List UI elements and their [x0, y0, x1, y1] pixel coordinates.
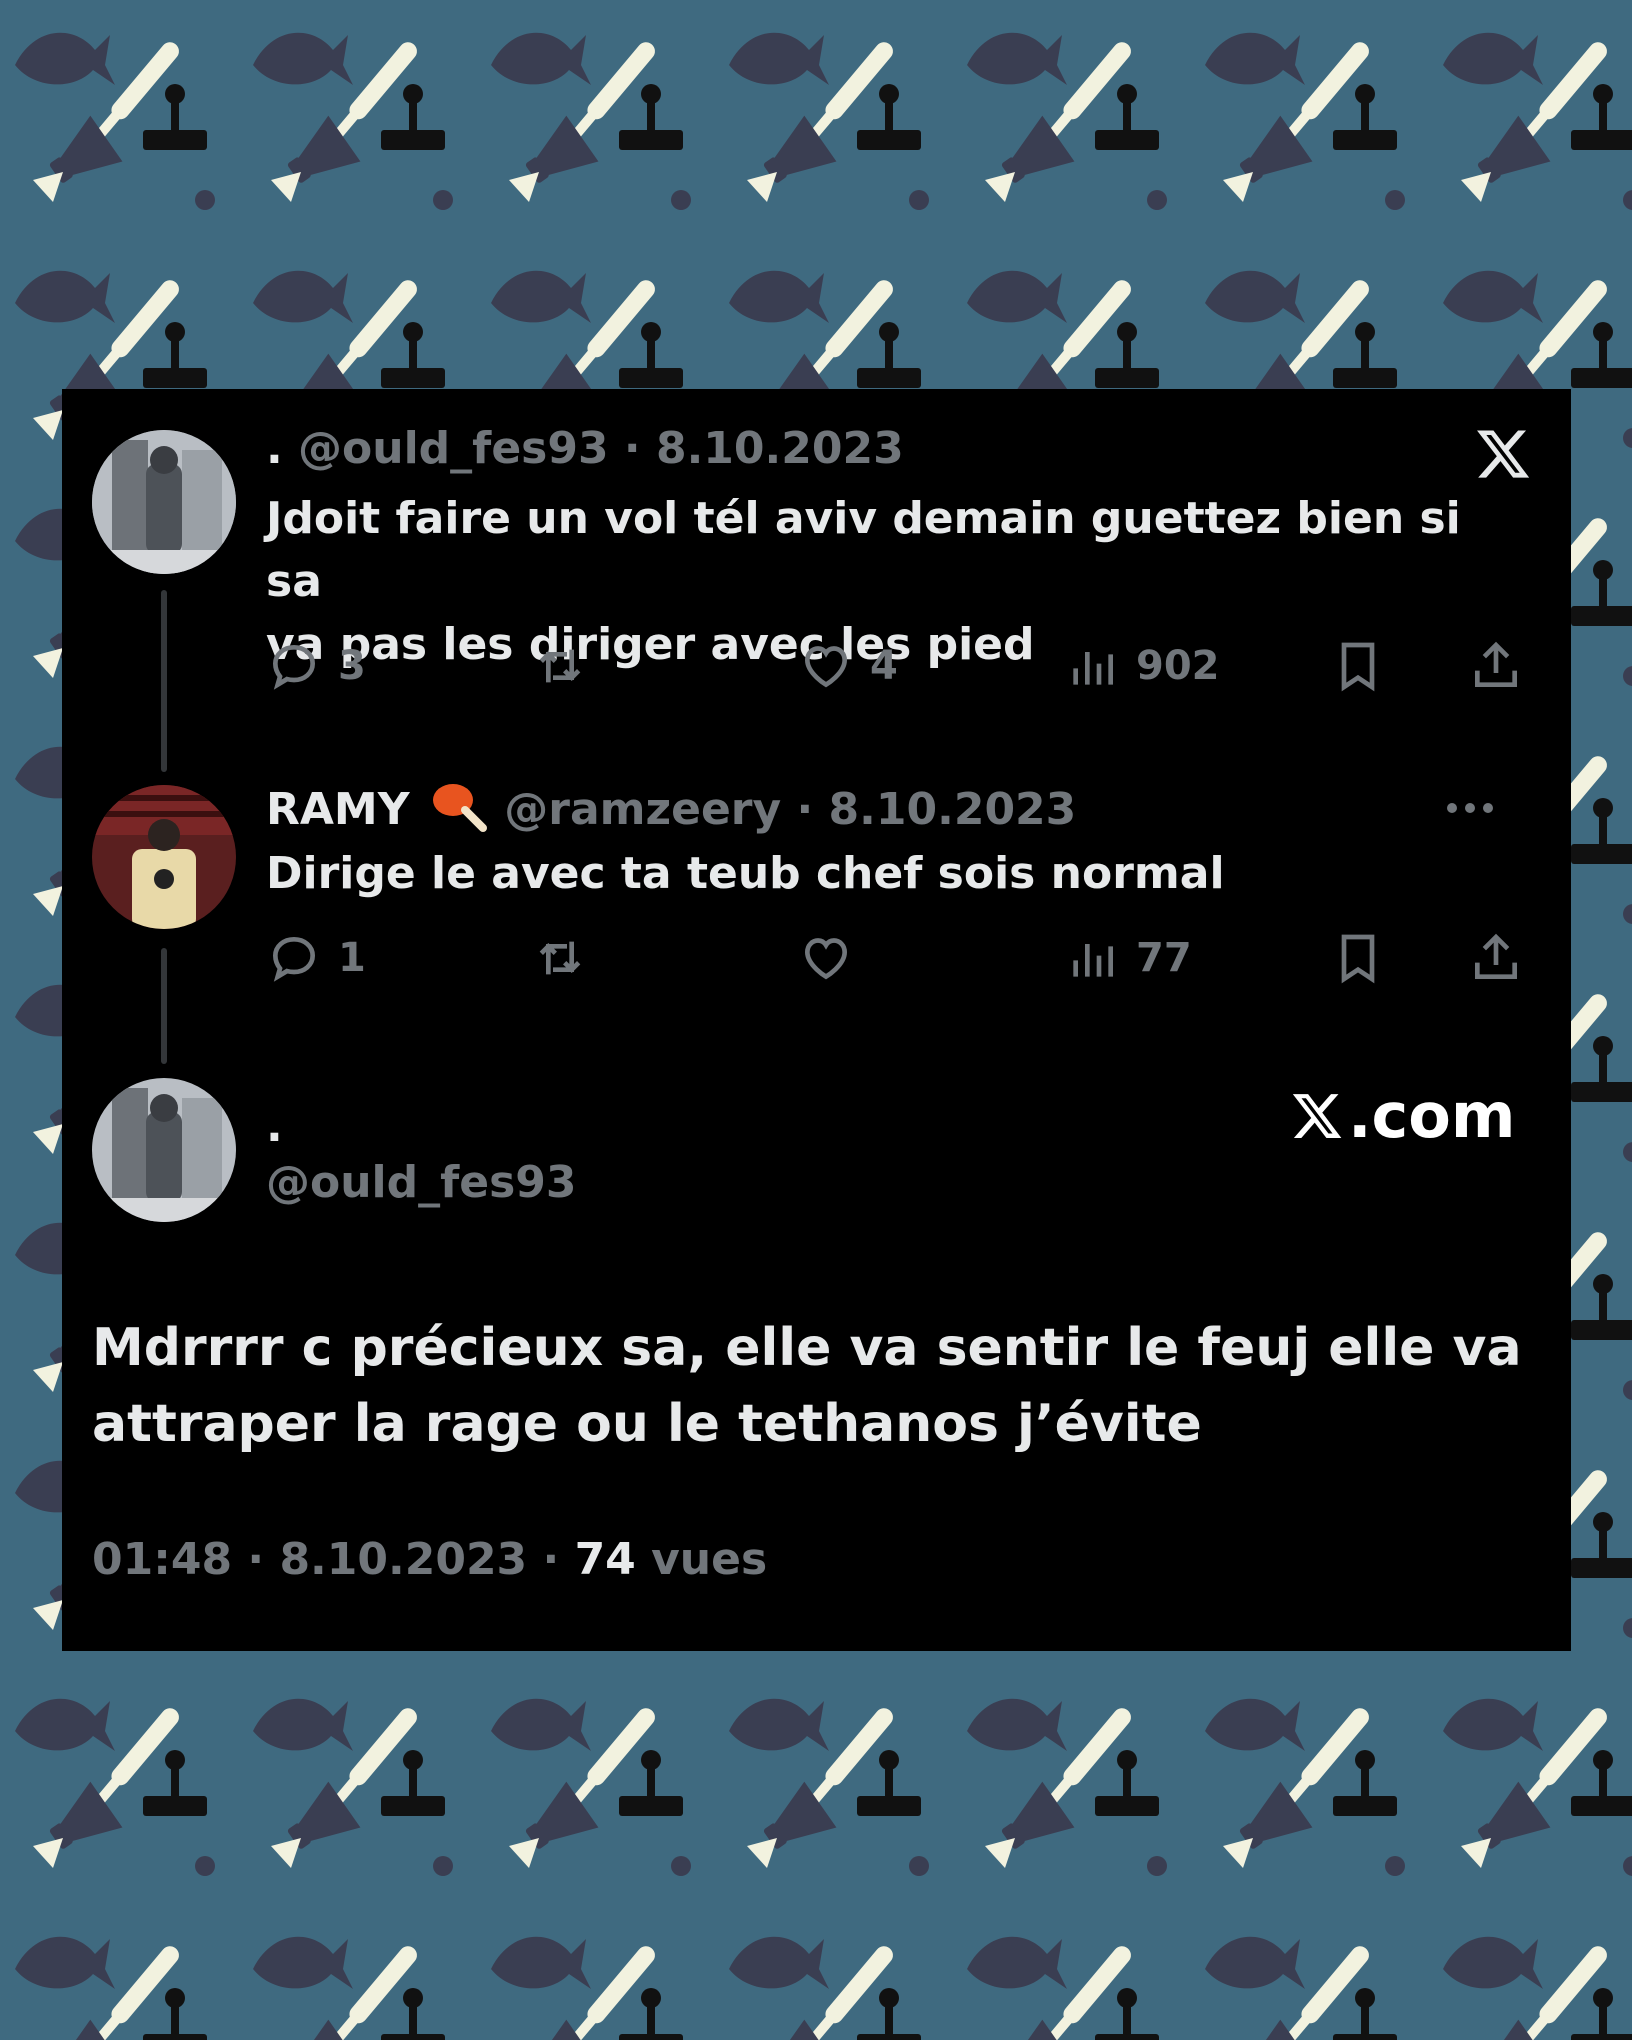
tweet2-text: Dirige le avec ta teub chef sois normal: [266, 848, 1225, 899]
reply-button[interactable]: 3: [266, 636, 366, 696]
x-logo-icon[interactable]: [1473, 425, 1533, 483]
more-options-icon[interactable]: [1445, 801, 1495, 815]
thread-line: [161, 948, 167, 1064]
tweet3-header: . @ould_fes93: [266, 1099, 577, 1211]
heart-icon: [804, 646, 848, 688]
tweet2-date[interactable]: 8.10.2023: [829, 784, 1077, 835]
share-button[interactable]: [1468, 928, 1540, 988]
views-icon: [1073, 944, 1113, 977]
tweet3-date[interactable]: 8.10.2023: [279, 1534, 527, 1585]
tweet3-meta: 01:48 · 8.10.2023 · 74 vues: [92, 1534, 767, 1585]
share-icon: [1475, 641, 1517, 687]
tweet1-text-line1: Jdoit faire un vol tél aviv demain guett…: [266, 493, 1461, 607]
tweet2-header: RAMY @ramzeery · 8.10.2023: [266, 778, 1076, 835]
avatar-ramzeery[interactable]: [92, 785, 236, 929]
watermark-text: .com: [1348, 1079, 1516, 1152]
views-button[interactable]: 902: [1064, 636, 1220, 696]
reply-icon: [272, 936, 316, 982]
tweet1-header: . @ould_fes93 · 8.10.2023: [266, 423, 904, 474]
heart-icon: [804, 938, 848, 980]
tweet1-actions: 3 4 902: [266, 636, 1546, 696]
separator-dot: ·: [623, 423, 641, 474]
tweet3-text: Mdrrrr c précieux sa, elle va sentir le …: [92, 1310, 1532, 1462]
tweet3-display-name[interactable]: .: [266, 1099, 577, 1155]
tweet3-text-line2: attraper la rage ou le tethanos j’évite: [92, 1394, 1202, 1454]
tweet1-date[interactable]: 8.10.2023: [656, 423, 904, 474]
tweet2-actions: 1 77: [266, 928, 1546, 988]
views-button[interactable]: 77: [1064, 928, 1192, 988]
separator-dot: ·: [247, 1534, 265, 1585]
retweet-button[interactable]: [532, 636, 604, 696]
share-button[interactable]: [1468, 636, 1540, 696]
tweet3-handle[interactable]: @ould_fes93: [266, 1155, 577, 1211]
thread-line: [161, 590, 167, 772]
x-logo-icon: [1292, 1093, 1342, 1138]
retweet-icon: [539, 649, 581, 683]
reply-button[interactable]: 1: [266, 928, 366, 988]
separator-dot: ·: [542, 1534, 560, 1585]
views-count: 77: [1136, 935, 1192, 981]
bookmark-button[interactable]: [1330, 636, 1402, 696]
like-button[interactable]: [798, 928, 870, 988]
tweet1-handle[interactable]: @ould_fes93: [298, 423, 609, 474]
tweet3-time[interactable]: 01:48: [92, 1534, 232, 1585]
share-icon: [1475, 933, 1517, 979]
bookmark-icon: [1341, 642, 1375, 692]
tweet3-text-line1: Mdrrrr c précieux sa, elle va sentir le …: [92, 1318, 1522, 1378]
avatar-ould-fes93[interactable]: [92, 430, 236, 574]
tweet-screenshot-card: . @ould_fes93 · 8.10.2023 Jdoit faire un…: [62, 389, 1571, 1651]
separator-dot: ·: [796, 784, 814, 835]
reply-count: 3: [338, 643, 366, 689]
tweet2-display-name[interactable]: RAMY: [266, 784, 410, 835]
like-button[interactable]: 4: [798, 636, 898, 696]
bookmark-icon: [1341, 934, 1375, 984]
retweet-icon: [539, 941, 581, 975]
bookmark-button[interactable]: [1330, 928, 1402, 988]
tweet3-views-label: vues: [651, 1534, 768, 1585]
retweet-button[interactable]: [532, 928, 604, 988]
tweet1-display-name[interactable]: .: [266, 423, 283, 474]
tweet3-views-count: 74: [574, 1534, 636, 1585]
chicken-leg-icon: [432, 784, 487, 832]
tweet2-handle[interactable]: @ramzeery: [504, 784, 781, 835]
x-com-watermark: .com: [1290, 1079, 1516, 1152]
views-icon: [1073, 652, 1113, 685]
reply-count: 1: [338, 935, 366, 981]
like-count: 4: [870, 643, 898, 689]
reply-icon: [272, 644, 316, 690]
views-count: 902: [1136, 643, 1220, 689]
avatar-ould-fes93[interactable]: [92, 1078, 236, 1222]
